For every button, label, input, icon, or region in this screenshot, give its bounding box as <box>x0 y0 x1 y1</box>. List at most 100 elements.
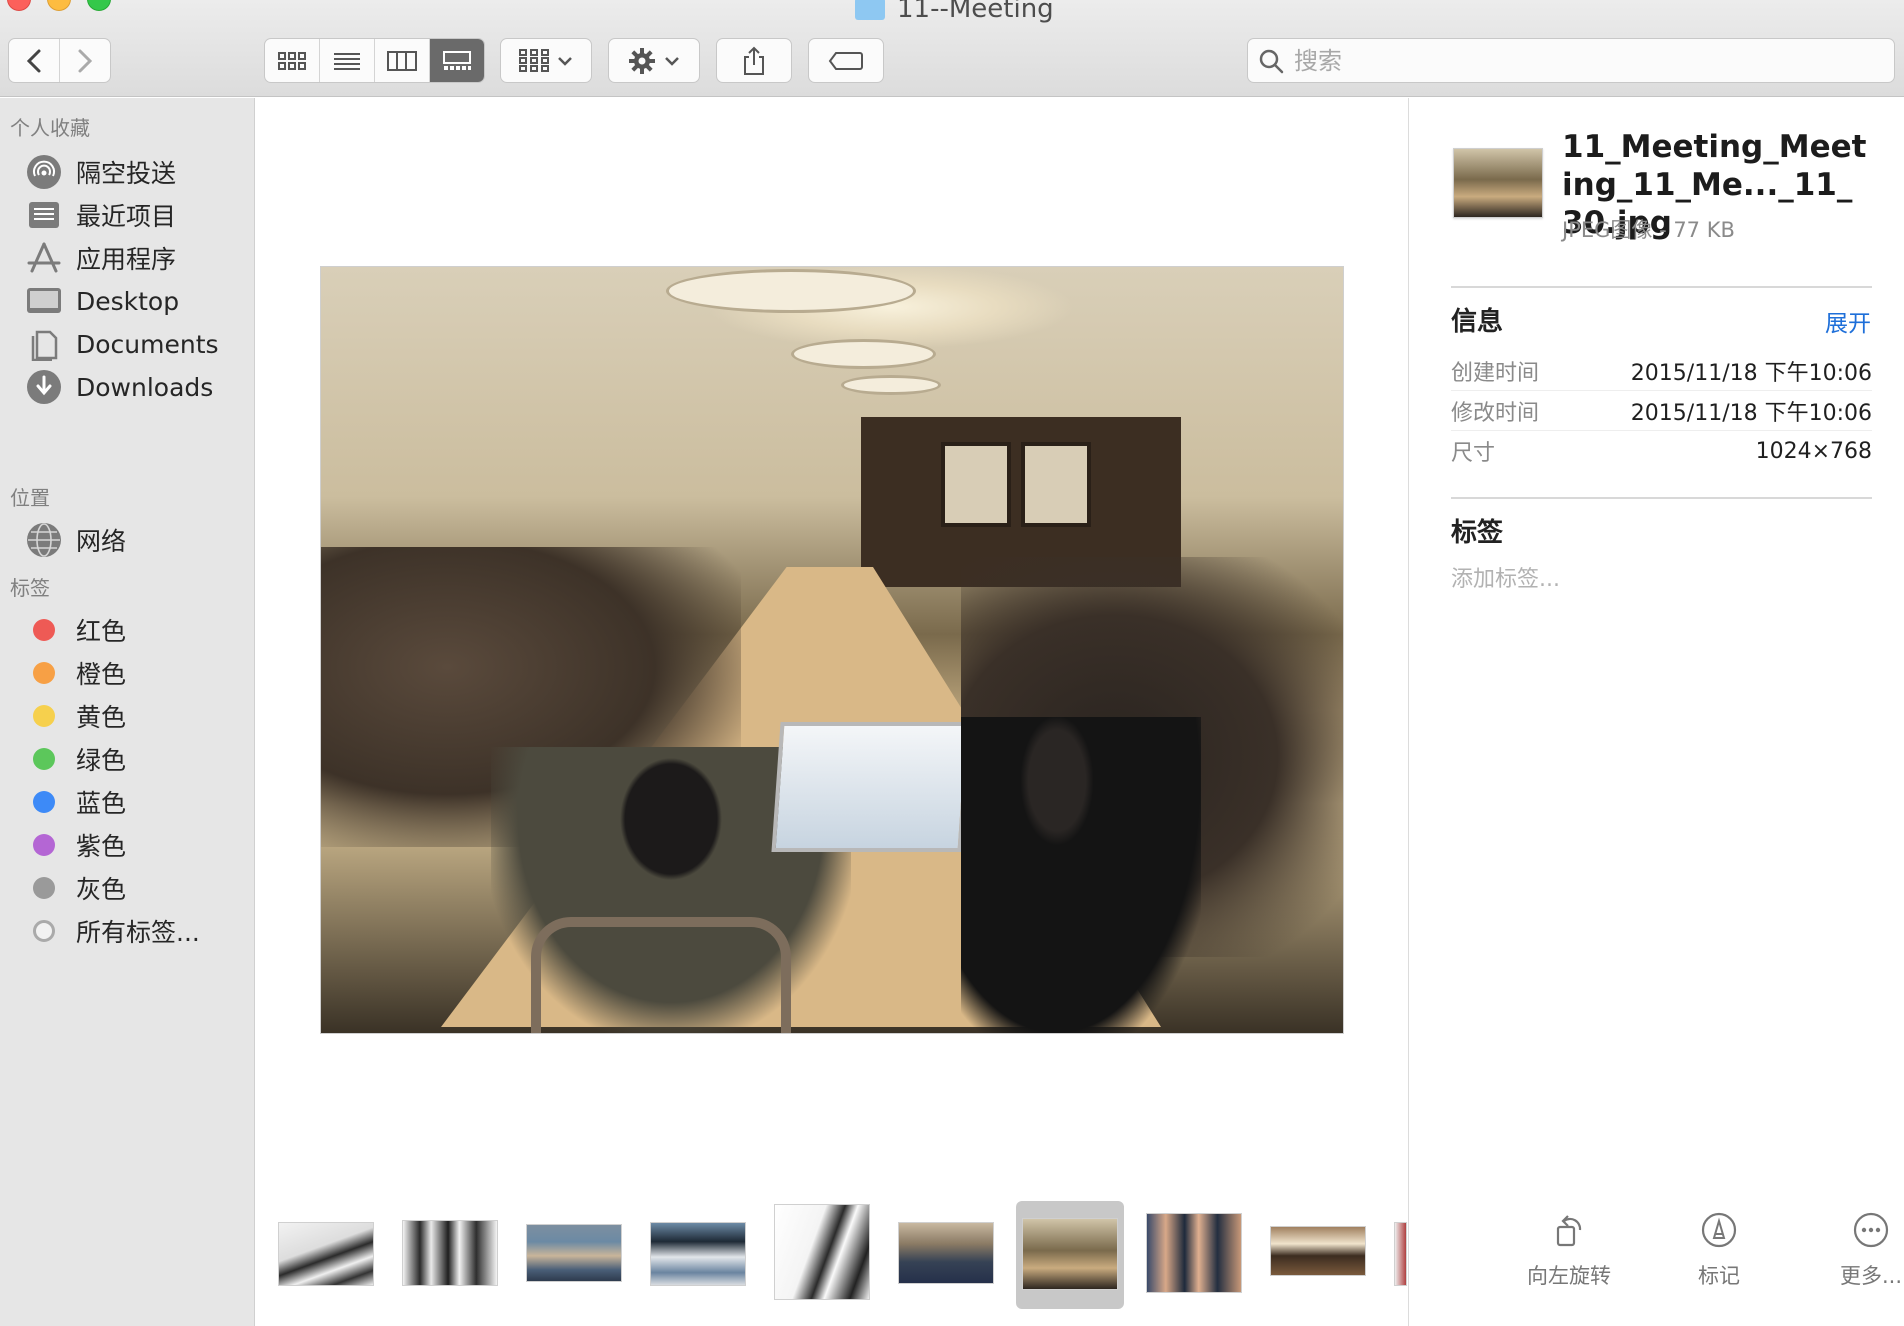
purple-tag-dot <box>33 834 55 856</box>
chevron-left-icon <box>26 49 41 72</box>
list-view-button[interactable] <box>319 39 374 82</box>
more-label: 更多... <box>1839 1264 1903 1288</box>
sidebar-item-airdrop[interactable]: 隔空投送 <box>26 150 251 194</box>
expand-link[interactable]: 展开 <box>1825 304 1871 338</box>
info-row-modified: 修改时间 2015/11/18 下午10:06 <box>1451 391 1872 431</box>
sidebar-item-tag-purple[interactable]: 紫色 <box>26 823 251 867</box>
share-button[interactable] <box>716 38 792 83</box>
rotate-left-icon <box>1552 1210 1586 1250</box>
group-by-button[interactable] <box>500 38 592 83</box>
sidebar-item-label: 紫色 <box>76 832 127 861</box>
downloads-icon <box>26 369 62 405</box>
more-actions-button[interactable]: 更多... <box>1811 1210 1904 1290</box>
info-value: 2015/11/18 下午10:06 <box>1630 360 1872 386</box>
sidebar-item-label: 应用程序 <box>76 245 177 274</box>
recents-icon <box>26 197 62 233</box>
divider <box>1451 497 1872 499</box>
add-tags-field[interactable]: 添加标签... <box>1451 561 1560 593</box>
divider <box>1451 286 1872 288</box>
info-key: 修改时间 <box>1451 400 1540 426</box>
action-menu-button[interactable] <box>608 38 700 83</box>
gear-icon <box>629 47 655 74</box>
filmstrip <box>256 1196 1407 1326</box>
info-section-title: 信息 <box>1451 307 1504 337</box>
filmstrip-thumbnail[interactable] <box>898 1222 994 1284</box>
filmstrip-thumbnail-selected[interactable] <box>1022 1218 1118 1290</box>
filmstrip-thumbnail[interactable] <box>402 1220 498 1286</box>
search-field[interactable] <box>1247 38 1895 83</box>
gallery-icon <box>443 50 471 70</box>
rotate-left-button[interactable]: 向左旋转 <box>1509 1210 1629 1290</box>
orange-tag-dot <box>33 662 55 684</box>
sidebar-item-label: 蓝色 <box>76 789 127 818</box>
gallery-view <box>256 98 1407 1326</box>
more-icon <box>1852 1210 1890 1250</box>
minimize-window-button[interactable] <box>47 0 71 11</box>
filmstrip-thumbnail[interactable] <box>650 1222 746 1286</box>
filmstrip-thumbnail[interactable] <box>774 1204 870 1300</box>
desktop-icon <box>26 283 62 319</box>
markup-icon <box>1700 1210 1738 1250</box>
sidebar-item-label: 橙色 <box>76 660 127 689</box>
sidebar-item-desktop[interactable]: Desktop <box>26 279 251 323</box>
markup-button[interactable]: 标记 <box>1659 1210 1779 1290</box>
group-grid-icon <box>519 48 549 72</box>
sidebar-item-label: 网络 <box>76 527 127 556</box>
navigation-buttons <box>8 38 111 83</box>
network-icon <box>26 522 62 558</box>
favorites-section-title: 个人收藏 <box>10 116 90 140</box>
gallery-view-button[interactable] <box>429 39 484 82</box>
toolbar: 11--Meeting <box>0 0 1904 97</box>
sidebar-item-label: Documents <box>76 329 219 359</box>
info-row-dimensions: 尺寸 1024×768 <box>1451 431 1872 471</box>
sidebar-item-tag-gray[interactable]: 灰色 <box>26 866 251 910</box>
columns-icon <box>387 50 417 71</box>
red-tag-dot <box>33 619 55 641</box>
info-key: 尺寸 <box>1451 441 1496 466</box>
tags-section-title: 标签 <box>10 576 50 600</box>
sidebar-item-tag-blue[interactable]: 蓝色 <box>26 780 251 824</box>
filmstrip-thumbnail[interactable] <box>1146 1213 1242 1293</box>
sidebar-item-tag-orange[interactable]: 橙色 <box>26 651 251 695</box>
sidebar-item-label: 灰色 <box>76 875 127 904</box>
search-icon <box>1259 49 1284 73</box>
yellow-tag-dot <box>33 705 55 727</box>
zoom-window-button[interactable] <box>87 0 111 11</box>
sidebar-item-documents[interactable]: Documents <box>26 322 251 366</box>
sidebar-item-label: Desktop <box>76 286 180 316</box>
filmstrip-thumbnail[interactable] <box>526 1224 622 1282</box>
inspector-panel: 11_Meeting_Meeting_11_Me..._11_30.jpg JP… <box>1408 98 1904 1326</box>
sidebar-item-tag-red[interactable]: 红色 <box>26 608 251 652</box>
chevron-down-icon <box>558 56 572 66</box>
sidebar-item-tag-yellow[interactable]: 黄色 <box>26 694 251 738</box>
sidebar-item-recents[interactable]: 最近项目 <box>26 193 251 237</box>
markup-label: 标记 <box>1698 1264 1740 1288</box>
window-title: 11--Meeting <box>855 0 1054 24</box>
column-view-button[interactable] <box>374 39 429 82</box>
chevron-down-icon <box>665 56 679 66</box>
file-thumbnail <box>1453 148 1543 218</box>
edit-tags-button[interactable] <box>808 38 884 83</box>
sidebar-item-applications[interactable]: 应用程序 <box>26 236 251 280</box>
share-icon <box>744 46 764 75</box>
back-button[interactable] <box>9 39 59 82</box>
sidebar-item-all-tags[interactable]: 所有标签... <box>26 909 251 953</box>
filmstrip-thumbnail[interactable] <box>1394 1222 1407 1286</box>
tags-section-title: 标签 <box>1451 518 1504 548</box>
sidebar-item-label: 隔空投送 <box>76 159 177 188</box>
view-mode-buttons <box>264 38 485 83</box>
search-input[interactable] <box>1294 46 1854 75</box>
icon-view-button[interactable] <box>265 39 319 82</box>
info-value: 1024×768 <box>1755 438 1872 464</box>
sidebar-item-network[interactable]: 网络 <box>26 518 251 562</box>
documents-icon <box>26 326 62 362</box>
forward-button[interactable] <box>59 39 110 82</box>
list-icon <box>334 52 360 70</box>
filmstrip-thumbnail[interactable] <box>1270 1226 1366 1276</box>
filmstrip-thumbnail[interactable] <box>278 1222 374 1286</box>
close-window-button[interactable] <box>7 0 31 11</box>
sidebar-item-tag-green[interactable]: 绿色 <box>26 737 251 781</box>
sidebar-item-label: 所有标签... <box>76 918 200 947</box>
image-preview[interactable] <box>320 266 1344 1034</box>
sidebar-item-downloads[interactable]: Downloads <box>26 365 251 409</box>
